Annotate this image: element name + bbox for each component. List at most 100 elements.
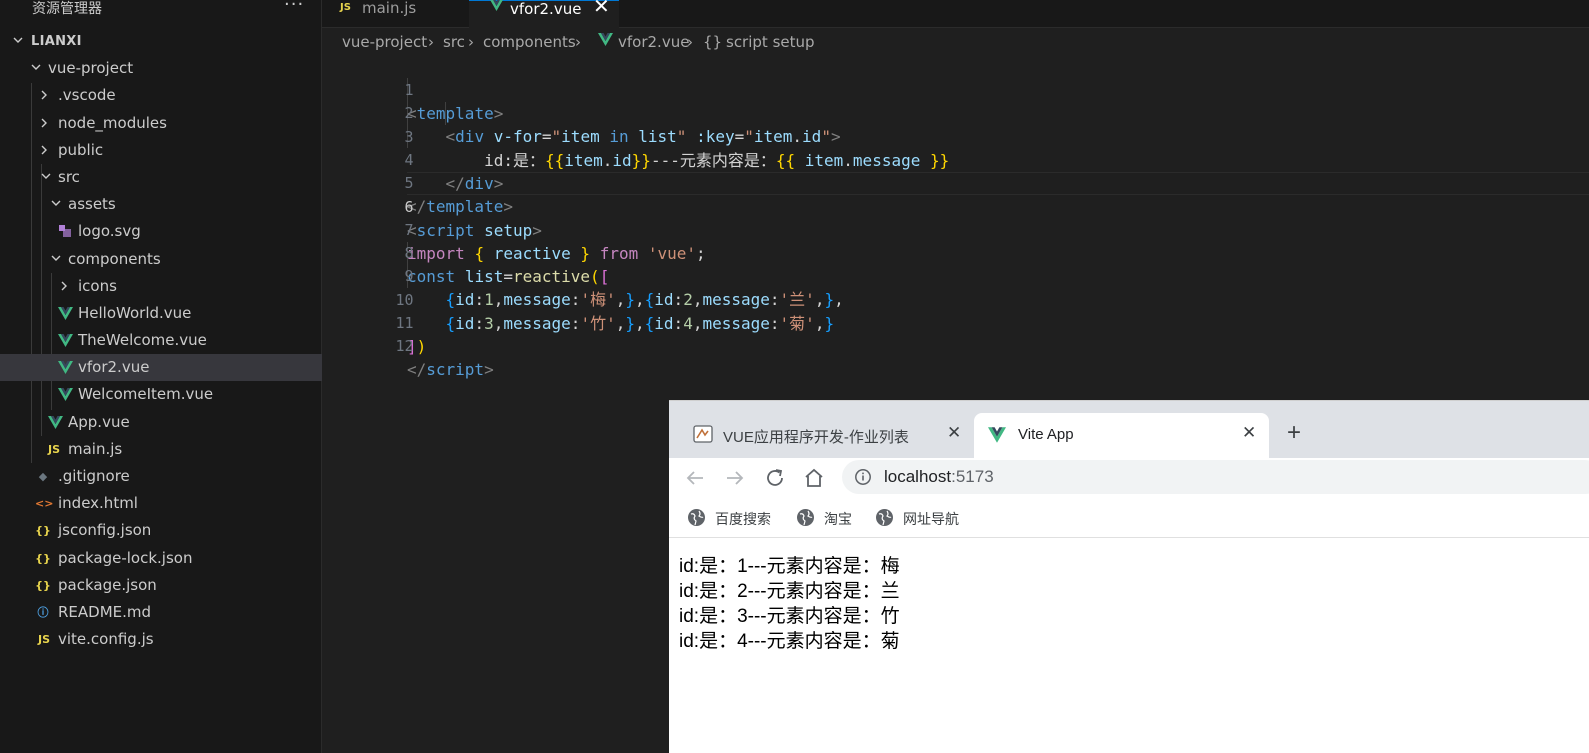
tree-item-label: TheWelcome.vue	[78, 331, 207, 350]
tab-label: vfor2.vue	[510, 0, 582, 18]
code-line: 9 {id:1,message:'梅',},{id:2,message:'兰',…	[322, 242, 844, 309]
tab-label: main.js	[362, 0, 417, 17]
bookmark-baidu[interactable]: 百度搜索	[687, 508, 787, 528]
breadcrumb-item[interactable]: vue-project	[342, 33, 427, 51]
tree-item-label: README.md	[58, 602, 152, 621]
list-item: id:是：1---元素内容是：梅	[679, 556, 900, 577]
back-icon[interactable]	[683, 466, 707, 490]
breadcrumb-separator: ›	[468, 33, 474, 51]
line-number: 2	[404, 104, 414, 123]
address-bar[interactable]: localhost:5173	[842, 460, 1589, 494]
tree-file-package-lock-json[interactable]: {} package-lock.json	[0, 545, 322, 572]
code-text: <div v-for="item in list" :key="item.id"…	[445, 127, 841, 147]
tab-vfor2-vue[interactable]: vfor2.vue ✕	[469, 0, 619, 28]
tree-file-vfor2-vue[interactable]: vfor2.vue	[0, 354, 322, 384]
vue-file-icon	[57, 381, 73, 411]
tree-file-welcomeitem-vue[interactable]: WelcomeItem.vue	[0, 381, 322, 408]
reload-icon[interactable]	[763, 466, 787, 490]
tree-folder-node-modules[interactable]: node_modules	[0, 110, 322, 137]
page-content: id:是：1---元素内容是：梅 id:是：2---元素内容是：兰 id:是：3…	[669, 539, 1589, 753]
tree-item-label: main.js	[68, 439, 123, 458]
tree-root-lianxi[interactable]: LIANXI	[0, 28, 322, 55]
tree-item-label: vite.config.js	[58, 630, 154, 649]
current-line-highlight	[407, 172, 1589, 195]
code-line: 6 <script setup>	[322, 173, 542, 240]
tree-file-logo-svg[interactable]: logo.svg	[0, 218, 322, 245]
js-file-icon: JS	[340, 2, 351, 13]
tree-file-app-vue[interactable]: App.vue	[0, 409, 322, 436]
breadcrumb-separator: ›	[687, 33, 693, 51]
explorer-title: 资源管理器	[32, 1, 102, 17]
tree-file-gitignore[interactable]: ◆ .gitignore	[0, 463, 322, 490]
tree-file-main-js[interactable]: JS main.js	[0, 436, 322, 463]
tree-item-label: App.vue	[68, 412, 130, 431]
forward-icon[interactable]	[723, 466, 747, 490]
tree-item-label: package-lock.json	[58, 548, 193, 567]
code-text: id:是：{{item.id}}---元素内容是：{{ item.message…	[484, 150, 950, 170]
tree-file-readme-md[interactable]: ⓘ README.md	[0, 599, 322, 626]
browser-tab-label: Vite App	[1018, 426, 1074, 443]
address-text: localhost:5173	[884, 467, 994, 487]
home-icon[interactable]	[802, 466, 826, 490]
code-line: 1 <template>	[322, 56, 504, 123]
braces-icon: {}	[703, 33, 723, 51]
line-number: 3	[404, 127, 414, 146]
bookmark-label: 网址导航	[903, 511, 959, 527]
breadcrumb-item[interactable]: vfor2.vue	[618, 33, 689, 51]
address-port: :5173	[951, 467, 994, 486]
json-file-icon: {}	[35, 551, 51, 565]
breadcrumb-item[interactable]: src	[443, 33, 465, 51]
line-number: 12	[395, 337, 414, 356]
git-file-icon: ◆	[38, 470, 48, 483]
address-host: localhost	[884, 467, 952, 486]
code-text: const list=reactive([	[407, 267, 610, 287]
browser-tab-homework[interactable]: VUE应用程序开发-作业列表 ✕	[681, 413, 971, 458]
tree-folder-public[interactable]: public	[0, 137, 322, 164]
line-number: 7	[404, 220, 414, 239]
svg-file-icon	[57, 218, 73, 248]
tree-folder-components[interactable]: components	[0, 246, 322, 273]
bookmark-nav[interactable]: 网址导航	[875, 508, 975, 528]
code-text: import { reactive } from 'vue';	[407, 243, 706, 263]
line-number: 5	[404, 174, 414, 193]
browser-tab-strip: VUE应用程序开发-作业列表 ✕ Vite App ✕ +	[669, 401, 1589, 458]
list-item: id:是：2---元素内容是：兰	[679, 581, 900, 602]
code-text: <script setup>	[407, 220, 542, 240]
line-number: 6	[404, 197, 414, 216]
tree-folder-vue-project[interactable]: vue-project	[0, 55, 322, 82]
code-line: 8 const list=reactive([	[322, 219, 610, 286]
more-actions-icon[interactable]: ···	[284, 0, 304, 15]
new-tab-button[interactable]: +	[1287, 419, 1301, 447]
tree-item-label: .gitignore	[58, 467, 130, 485]
tree-file-thewelcome-vue[interactable]: TheWelcome.vue	[0, 327, 322, 354]
close-icon[interactable]: ✕	[1242, 423, 1256, 443]
bookmark-taobao[interactable]: 淘宝	[796, 508, 866, 528]
tree-item-label: vue-project	[48, 59, 134, 78]
close-icon[interactable]: ✕	[947, 423, 961, 443]
tree-folder-assets[interactable]: assets	[0, 191, 322, 218]
tree-item-label: assets	[68, 195, 116, 214]
browser-tab-vite-app[interactable]: Vite App ✕	[974, 413, 1269, 458]
tree-item-label: jsconfig.json	[58, 521, 152, 540]
tree-file-jsconfig-json[interactable]: {} jsconfig.json	[0, 517, 322, 544]
tree-folder-vscode[interactable]: .vscode	[0, 82, 322, 109]
tree-item-label: WelcomeItem.vue	[78, 385, 214, 404]
breadcrumb-item[interactable]: script setup	[726, 33, 815, 51]
info-icon[interactable]	[854, 468, 872, 490]
vue-file-icon	[57, 354, 73, 384]
tree-file-vite-config-js[interactable]: JS vite.config.js	[0, 626, 322, 653]
tree-file-index-html[interactable]: <> index.html	[0, 490, 322, 517]
editor-tab-bar: JS main.js vfor2.vue ✕	[322, 0, 1589, 28]
close-icon[interactable]: ✕	[593, 0, 610, 16]
breadcrumb-item[interactable]: components	[483, 33, 576, 51]
info-file-icon: ⓘ	[37, 605, 49, 619]
line-number: 1	[404, 81, 414, 99]
tab-main-js[interactable]: JS main.js	[322, 0, 469, 28]
tree-folder-src[interactable]: src	[0, 164, 322, 191]
line-number: 4	[404, 150, 414, 169]
code-line: 11 ])	[322, 289, 426, 356]
explorer-sidebar: 资源管理器 ··· LIANXI vue-project .vscode nod…	[0, 0, 322, 753]
tree-file-helloworld-vue[interactable]: HelloWorld.vue	[0, 300, 322, 327]
tree-folder-icons[interactable]: icons	[0, 273, 322, 300]
tree-file-package-json[interactable]: {} package.json	[0, 572, 322, 599]
